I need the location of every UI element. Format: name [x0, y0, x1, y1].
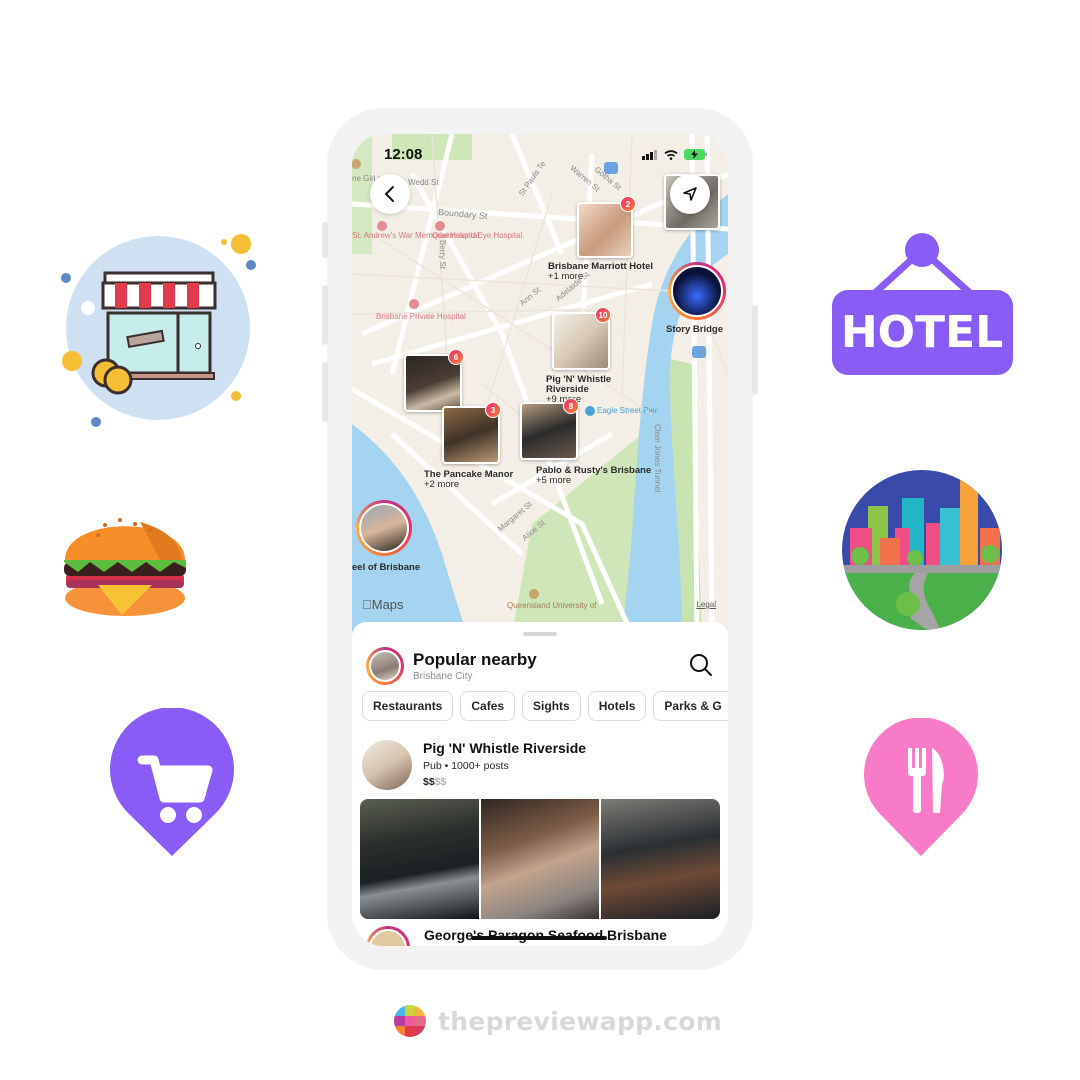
- map-pin-label: Brisbane Marriott Hotel +1 more: [548, 262, 653, 282]
- place-meta: Pub • 1000+ posts: [423, 760, 509, 772]
- volume-up-button: [322, 285, 328, 345]
- apple-maps-attribution: Maps: [362, 597, 404, 612]
- place-name: George's Paragon Seafood Brisbane: [424, 927, 667, 943]
- preview-app-logo-icon: [394, 1005, 426, 1037]
- brand-url[interactable]: thepreviewapp.com: [438, 1007, 722, 1036]
- map-pin-label: Pablo & Rusty's Brisbane +5 more: [536, 466, 651, 486]
- place-photo[interactable]: [601, 799, 720, 919]
- post-count-badge: 3: [485, 402, 501, 418]
- map-label-street: Clem Jones Tunnel: [653, 424, 662, 493]
- story-pin-photo: [671, 265, 723, 317]
- shopping-cart-pin-icon: [108, 707, 236, 858]
- hotel-sign-icon: HOTEL: [830, 232, 1015, 377]
- pin-more: +2 more: [424, 479, 460, 490]
- sheet-title: Popular nearby: [413, 650, 537, 669]
- chip-restaurants[interactable]: Restaurants: [362, 691, 454, 721]
- cellular-signal-icon: [642, 149, 657, 160]
- current-location-button[interactable]: [670, 174, 710, 214]
- popular-nearby-sheet: Popular nearby Brisbane City Restaurants…: [352, 622, 728, 946]
- map-label-university: Queensland University of: [507, 601, 597, 610]
- storefront-illustration-icon: [58, 228, 258, 428]
- map-label-hospital: St. Andrew's War Memorial Hospital: [352, 231, 480, 240]
- place-avatar: [362, 740, 412, 790]
- back-button[interactable]: [370, 174, 410, 214]
- place-price: $$$$: [423, 776, 446, 788]
- place-list-item[interactable]: Pig 'N' Whistle Riverside Pub • 1000+ po…: [362, 740, 722, 792]
- location-avatar-photo: [369, 650, 401, 682]
- hotel-sign-text: HOTEL: [841, 307, 1003, 358]
- story-pin-label: eel of Brisbane: [352, 562, 421, 573]
- place-photo[interactable]: [360, 799, 479, 919]
- map-label-hospital: Brisbane Private Hospital: [376, 312, 466, 321]
- home-indicator: [471, 936, 607, 940]
- pin-more: +5 more: [536, 475, 572, 486]
- phone-screen: ne Girl r Sc Wedd St Boundary St St Paul…: [352, 134, 728, 946]
- battery-charging-icon: [684, 149, 707, 160]
- post-count-badge: 2: [620, 196, 636, 212]
- map-pin-label: The Pancake Manor +2 more: [424, 470, 513, 490]
- sheet-subtitle: Brisbane City: [413, 671, 473, 682]
- chip-cafes[interactable]: Cafes: [460, 691, 516, 721]
- status-icons: [642, 149, 708, 160]
- chip-hotels[interactable]: Hotels: [587, 691, 647, 721]
- map-pin-label: Pig 'N' Whistle Riverside +9 more: [546, 375, 636, 405]
- volume-down-button: [322, 362, 328, 422]
- place-photo[interactable]: [480, 799, 600, 919]
- location-avatar[interactable]: [366, 647, 404, 685]
- story-pin-wheel-of-brisbane[interactable]: [356, 500, 412, 556]
- story-pin-photo: [359, 503, 409, 553]
- map-label-pier: Eagle Street Pier: [597, 406, 658, 415]
- place-category: Pub: [423, 760, 442, 772]
- map-label-street: Berry St: [437, 240, 447, 269]
- price-inactive: $$: [434, 776, 447, 788]
- place-photo-grid: [360, 799, 720, 919]
- pin-more: +1 more: [548, 271, 584, 282]
- mute-switch: [322, 222, 328, 258]
- story-pin-story-bridge[interactable]: [668, 262, 726, 320]
- category-chips: Restaurants Cafes Sights Hotels Parks & …: [362, 691, 728, 721]
- map-label-hospital: Queensland Eye Hospital: [432, 231, 523, 240]
- wifi-icon: [664, 149, 678, 160]
- place-name: Pig 'N' Whistle Riverside: [423, 740, 587, 756]
- post-count-badge: 10: [595, 307, 611, 323]
- restaurant-pin-icon: [862, 717, 980, 858]
- burger-illustration-icon: [60, 500, 190, 625]
- power-button: [752, 305, 758, 395]
- sheet-grabber-handle[interactable]: [523, 632, 557, 636]
- price-active: $$: [423, 776, 435, 788]
- maps-attribution-text: Maps: [362, 597, 404, 612]
- search-button[interactable]: [688, 652, 714, 678]
- place-avatar-photo: [369, 929, 407, 946]
- apple-logo-icon: : [362, 597, 372, 612]
- search-icon: [690, 654, 712, 676]
- chip-parks[interactable]: Parks & G: [653, 691, 728, 721]
- story-pin-label: Story Bridge: [666, 324, 724, 335]
- legal-link[interactable]: Legal: [696, 600, 716, 609]
- place-post-count: 1000+ posts: [451, 760, 509, 772]
- map-label-street: Wedd St: [408, 178, 439, 187]
- brand-footer: thepreviewapp.com: [394, 1005, 722, 1037]
- pin-name: Pig 'N' Whistle Riverside: [546, 374, 612, 395]
- post-count-badge: 8: [563, 398, 579, 414]
- location-arrow-icon: [683, 187, 697, 201]
- map-view[interactable]: ne Girl r Sc Wedd St Boundary St St Paul…: [352, 134, 728, 634]
- chevron-left-icon: [384, 186, 394, 202]
- chip-sights[interactable]: Sights: [522, 691, 581, 721]
- post-count-badge: 6: [448, 349, 464, 365]
- city-park-illustration-icon: [840, 468, 1004, 632]
- place-avatar: [366, 926, 410, 946]
- status-time: 12:08: [384, 146, 423, 163]
